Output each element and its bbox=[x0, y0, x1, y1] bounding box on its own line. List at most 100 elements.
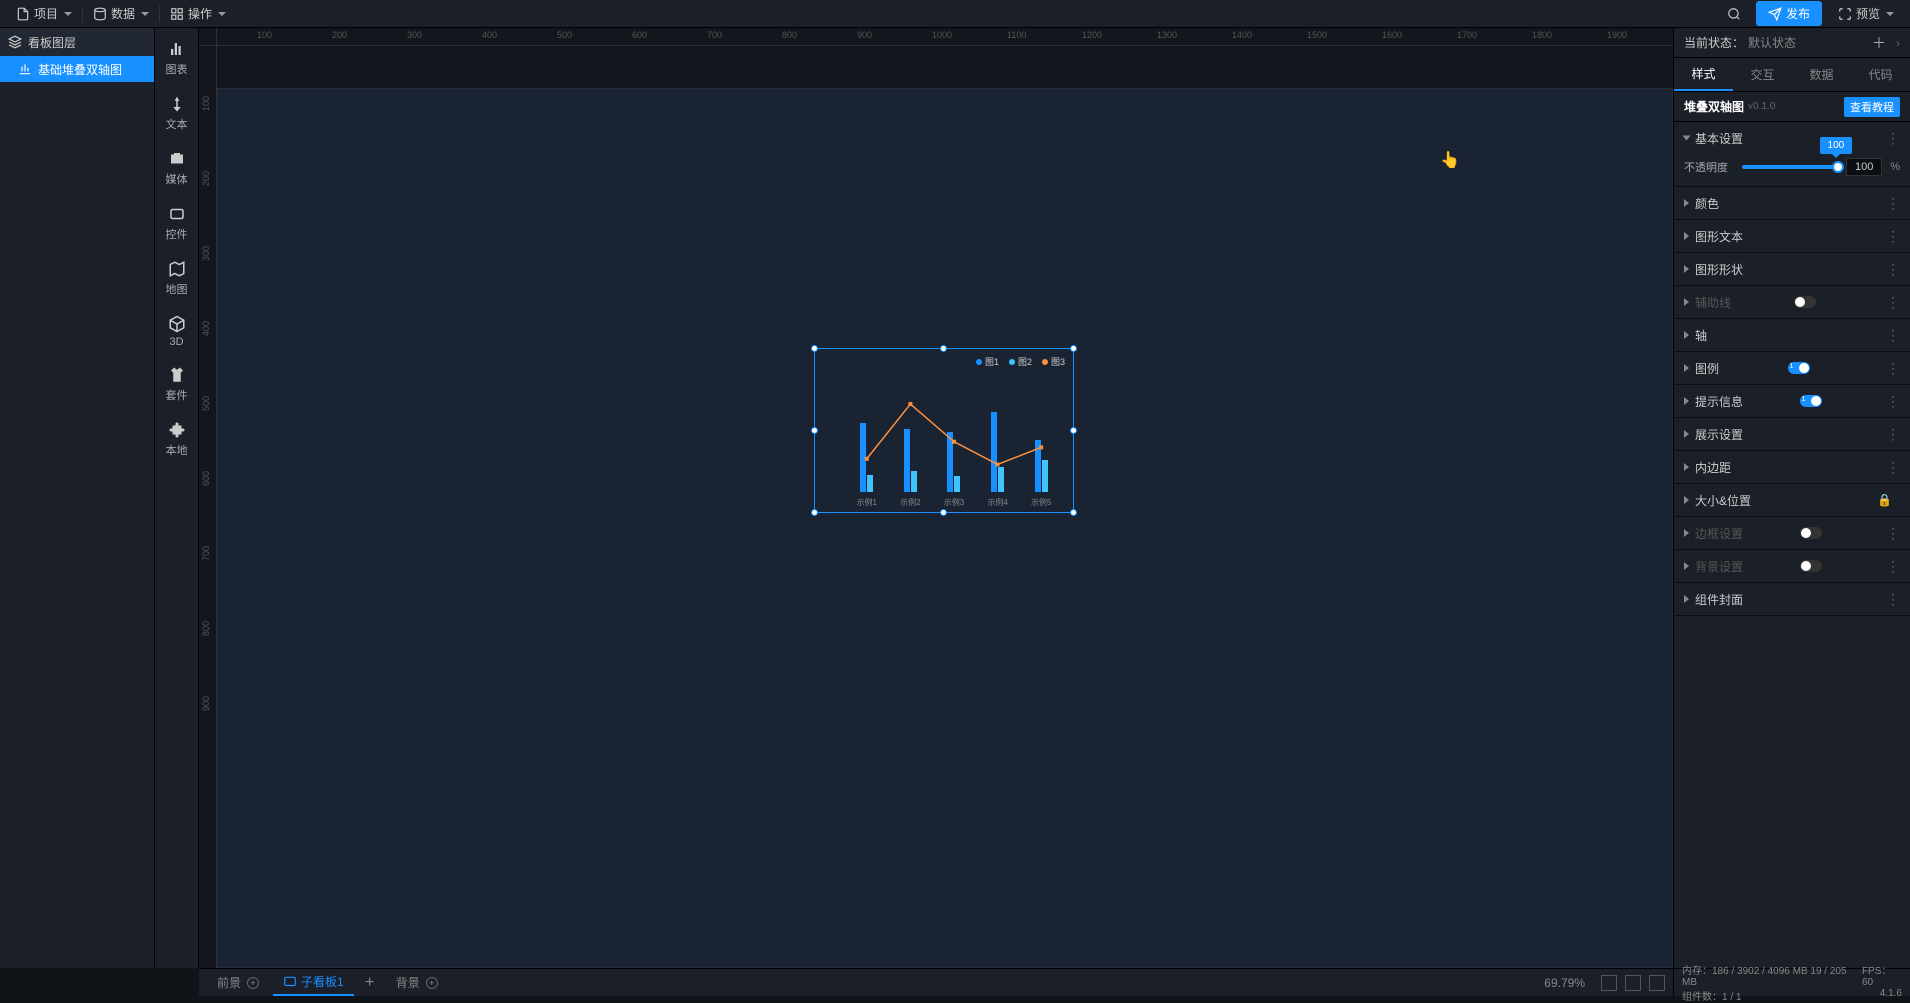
more-icon[interactable]: ⋮ bbox=[1886, 195, 1900, 212]
menu-actions-label: 操作 bbox=[188, 5, 212, 22]
selection-box[interactable]: 图1图2图3 示例1示例2示例3示例4示例5 bbox=[814, 348, 1074, 513]
tab-background[interactable]: 背景+ bbox=[386, 970, 448, 995]
section-cover[interactable]: 组件封面⋮ bbox=[1674, 583, 1910, 615]
more-icon[interactable]: ⋮ bbox=[1886, 360, 1900, 377]
canvas[interactable]: 1002003004005006007008009001000110012001… bbox=[199, 28, 1673, 968]
map-icon bbox=[168, 260, 186, 278]
section-guide[interactable]: 辅助线⋮ bbox=[1674, 286, 1910, 318]
preview-button[interactable]: 预览 bbox=[1830, 5, 1902, 22]
toggle-legend[interactable]: 1 bbox=[1788, 362, 1810, 374]
props-tabs: 样式 交互 数据 代码 bbox=[1674, 58, 1910, 92]
more-icon[interactable]: ⋮ bbox=[1886, 459, 1900, 476]
tab-style[interactable]: 样式 bbox=[1674, 58, 1733, 91]
puzzle-icon bbox=[168, 421, 186, 439]
tab-data[interactable]: 数据 bbox=[1792, 58, 1851, 91]
state-header: 当前状态： 默认状态 ＋ › bbox=[1674, 28, 1910, 58]
chart-icon bbox=[168, 40, 186, 58]
opacity-input[interactable] bbox=[1846, 158, 1882, 176]
menu-data-label: 数据 bbox=[111, 5, 135, 22]
bottom-tabs: 前景+ 子看板1 + 背景+ 69.79% bbox=[199, 968, 1673, 996]
toggle-border[interactable] bbox=[1800, 527, 1822, 539]
component-version: v0.1.0 bbox=[1748, 101, 1775, 112]
chart-bars bbox=[845, 379, 1063, 492]
view-mode-2[interactable] bbox=[1625, 975, 1641, 991]
board-icon bbox=[283, 975, 297, 989]
palette-suite[interactable]: 套件 bbox=[155, 366, 199, 403]
state-value: 默认状态 bbox=[1748, 34, 1796, 51]
status-bar: 内存：186 / 3902 / 4096 MB 19 / 205 MBFPS：6… bbox=[1673, 968, 1910, 996]
section-bg[interactable]: 背景设置⋮ bbox=[1674, 550, 1910, 582]
search-button[interactable] bbox=[1720, 0, 1748, 28]
zoom-level: 69.79% bbox=[1544, 976, 1585, 990]
section-sizepos[interactable]: 大小&位置🔒 bbox=[1674, 484, 1910, 516]
more-icon[interactable]: ⋮ bbox=[1886, 228, 1900, 245]
barchart-icon bbox=[18, 62, 32, 76]
publish-button[interactable]: 发布 bbox=[1756, 1, 1822, 26]
expand-icon bbox=[1838, 7, 1852, 21]
toggle-bg[interactable] bbox=[1800, 560, 1822, 572]
database-icon bbox=[93, 7, 107, 21]
section-tooltip[interactable]: 提示信息1⋮ bbox=[1674, 385, 1910, 417]
opacity-row: 不透明度 100 % bbox=[1684, 158, 1900, 176]
control-icon bbox=[168, 205, 186, 223]
more-icon[interactable]: ⋮ bbox=[1886, 591, 1900, 608]
palette-map[interactable]: 地图 bbox=[155, 260, 199, 297]
tab-code[interactable]: 代码 bbox=[1851, 58, 1910, 91]
section-color[interactable]: 颜色⋮ bbox=[1674, 187, 1910, 219]
status-memory: 内存：186 / 3902 / 4096 MB 19 / 205 MB bbox=[1682, 962, 1862, 988]
palette-local[interactable]: 本地 bbox=[155, 421, 199, 458]
palette-3d[interactable]: 3D bbox=[155, 315, 199, 348]
lock-icon[interactable]: 🔒 bbox=[1877, 493, 1892, 507]
grid-icon bbox=[170, 7, 184, 21]
layer-item-chart[interactable]: 基础堆叠双轴图 bbox=[0, 56, 154, 82]
toggle-guide[interactable] bbox=[1794, 296, 1816, 308]
more-icon[interactable]: ⋮ bbox=[1886, 261, 1900, 278]
more-icon[interactable]: ⋮ bbox=[1886, 327, 1900, 344]
component-title-row: 堆叠双轴图 v0.1.0 查看教程 bbox=[1674, 92, 1910, 122]
more-icon[interactable]: ⋮ bbox=[1886, 294, 1900, 311]
ruler-horizontal: 1002003004005006007008009001000110012001… bbox=[217, 28, 1673, 46]
tab-child-board[interactable]: 子看板1 bbox=[273, 969, 354, 996]
add-circle-icon[interactable]: + bbox=[247, 977, 259, 989]
slider-knob[interactable] bbox=[1832, 161, 1844, 173]
tab-interact[interactable]: 交互 bbox=[1733, 58, 1792, 91]
menu-actions[interactable]: 操作 bbox=[162, 0, 234, 27]
toggle-tooltip[interactable]: 1 bbox=[1800, 395, 1822, 407]
search-icon bbox=[1727, 7, 1741, 21]
section-shape[interactable]: 图形形状⋮ bbox=[1674, 253, 1910, 285]
view-mode-3[interactable] bbox=[1649, 975, 1665, 991]
opacity-slider[interactable]: 100 bbox=[1742, 165, 1838, 169]
chevron-right-icon[interactable]: › bbox=[1896, 36, 1900, 50]
properties-panel: 当前状态： 默认状态 ＋ › 样式 交互 数据 代码 堆叠双轴图 v0.1.0 … bbox=[1673, 28, 1910, 968]
more-icon[interactable]: ⋮ bbox=[1886, 558, 1900, 575]
add-circle-icon[interactable]: + bbox=[426, 977, 438, 989]
more-icon[interactable]: ⋮ bbox=[1886, 130, 1900, 147]
more-icon[interactable]: ⋮ bbox=[1886, 393, 1900, 410]
section-basic[interactable]: 基本设置 ⋮ bbox=[1674, 122, 1910, 154]
add-tab-button[interactable]: + bbox=[358, 974, 382, 992]
palette-chart[interactable]: 图表 bbox=[155, 40, 199, 77]
status-fps: FPS：60 bbox=[1862, 962, 1902, 988]
tutorial-button[interactable]: 查看教程 bbox=[1844, 97, 1900, 117]
menu-data[interactable]: 数据 bbox=[85, 0, 157, 27]
section-basic-label: 基本设置 bbox=[1695, 130, 1743, 147]
more-icon[interactable]: ⋮ bbox=[1886, 426, 1900, 443]
section-legend[interactable]: 图例1⋮ bbox=[1674, 352, 1910, 384]
section-axis[interactable]: 轴⋮ bbox=[1674, 319, 1910, 351]
stage[interactable] bbox=[217, 88, 1673, 968]
view-mode-1[interactable] bbox=[1601, 975, 1617, 991]
menu-project[interactable]: 项目 bbox=[8, 0, 80, 27]
layers-icon bbox=[8, 35, 22, 49]
more-icon[interactable]: ⋮ bbox=[1886, 525, 1900, 542]
palette-control[interactable]: 控件 bbox=[155, 205, 199, 242]
palette-media[interactable]: 媒体 bbox=[155, 150, 199, 187]
tab-foreground[interactable]: 前景+ bbox=[207, 970, 269, 995]
add-state-button[interactable]: ＋ bbox=[1872, 33, 1886, 53]
section-display[interactable]: 展示设置⋮ bbox=[1674, 418, 1910, 450]
palette-text[interactable]: 文本 bbox=[155, 95, 199, 132]
section-padding[interactable]: 内边距⋮ bbox=[1674, 451, 1910, 483]
layers-header[interactable]: 看板图层 bbox=[0, 28, 154, 56]
section-text[interactable]: 图形文本⋮ bbox=[1674, 220, 1910, 252]
section-border[interactable]: 边框设置⋮ bbox=[1674, 517, 1910, 549]
component-palette: 图表 文本 媒体 控件 地图 3D 套件 本地 bbox=[155, 28, 199, 968]
